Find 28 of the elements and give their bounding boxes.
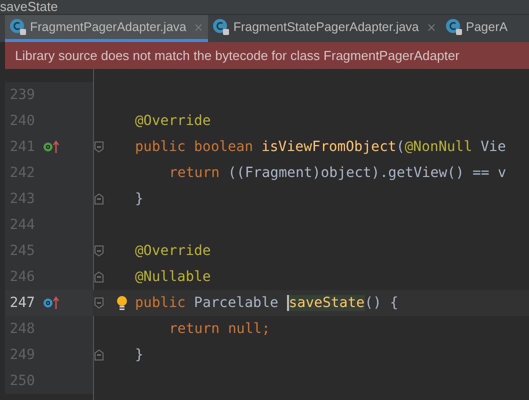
close-icon[interactable]: [426, 22, 437, 32]
warning-banner-text: Library source does not match the bytecode for class FragmentPagerAdapter: [15, 46, 460, 65]
code-text: @Override: [135, 242, 211, 260]
overrides-marker-icon[interactable]: [43, 296, 61, 310]
code-text: }: [135, 190, 144, 208]
fold-start-icon[interactable]: [94, 141, 104, 153]
class-file-icon: [444, 18, 463, 36]
lightbulb-icon[interactable]: [116, 295, 128, 311]
editor-tab[interactable]: PagerA: [440, 15, 512, 42]
code-text: public Parcelable saveState() {: [135, 294, 398, 312]
editor-tab[interactable]: FragmentPagerAdapter.java: [5, 15, 208, 42]
fold-end-icon[interactable]: [94, 349, 104, 361]
code-text: @Nullable: [135, 268, 211, 286]
code-text: @Override: [135, 112, 211, 130]
code-text: }: [135, 346, 144, 364]
fold-end-icon[interactable]: [94, 193, 104, 205]
fold-start-icon[interactable]: [94, 297, 104, 309]
implements-marker-icon[interactable]: [43, 140, 61, 154]
code-text: return null;: [168, 320, 270, 338]
fold-end-icon[interactable]: [94, 271, 104, 283]
code-text: return ((Fragment)object).getView() == v: [168, 164, 506, 182]
window-title: saveState: [0, 0, 58, 14]
code-text: public boolean isViewFromObject(@NonNull Vie: [135, 138, 506, 156]
editor-tab[interactable]: FragmentStatePagerAdapter.java: [208, 15, 441, 42]
class-file-icon: [212, 18, 230, 36]
line-number: 247: [8, 294, 35, 312]
class-file-icon: [9, 18, 27, 36]
fold-start-icon[interactable]: [94, 245, 104, 257]
